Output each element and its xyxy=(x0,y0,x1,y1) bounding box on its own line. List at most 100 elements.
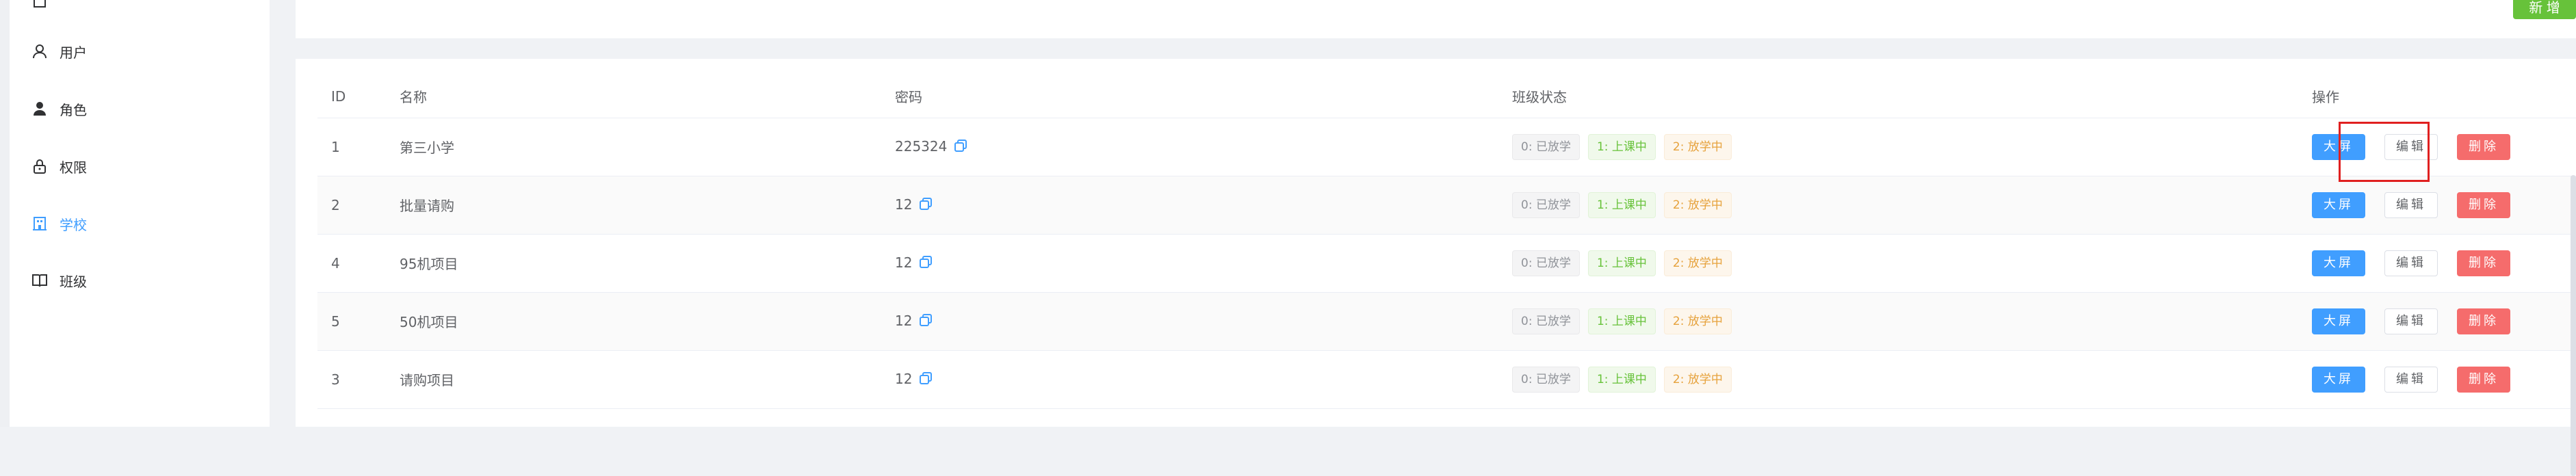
status-tag-0[interactable]: 0: 已放学 xyxy=(1512,191,1580,218)
password-value: 12 xyxy=(895,196,913,213)
table-row: 4 95机项目 12 0: 已放学 1: 上课中 2: 放学中 大屏 编辑 删除 xyxy=(317,234,2576,292)
sidebar-item-label: 用户 xyxy=(60,44,87,61)
screen-button[interactable]: 大屏 xyxy=(2312,366,2365,393)
edit-button[interactable]: 编辑 xyxy=(2384,366,2438,393)
cell-status: 0: 已放学 1: 上课中 2: 放学中 xyxy=(1512,350,2312,408)
sidebar-edge xyxy=(0,0,10,427)
copy-icon[interactable] xyxy=(954,139,967,156)
status-tag-0[interactable]: 0: 已放学 xyxy=(1512,308,1580,334)
sidebar-item-partial[interactable] xyxy=(31,0,60,15)
status-tag-2[interactable]: 2: 放学中 xyxy=(1663,366,1732,393)
status-tag-1[interactable]: 1: 上课中 xyxy=(1587,250,1656,276)
table-row: 5 50机项目 12 0: 已放学 1: 上课中 2: 放学中 大屏 编辑 删除 xyxy=(317,292,2576,350)
school-icon xyxy=(31,215,49,233)
cell-id: 5 xyxy=(331,313,340,330)
cell-actions: 大屏 编辑 删除 xyxy=(2312,350,2576,408)
table-header-row: ID 名称 密码 班级状态 操作 xyxy=(317,75,2576,118)
cell-status: 0: 已放学 1: 上课中 2: 放学中 xyxy=(1512,292,2312,350)
cell-status: 0: 已放学 1: 上课中 2: 放学中 xyxy=(1512,234,2312,292)
cell-id: 2 xyxy=(331,196,340,213)
edit-button[interactable]: 编辑 xyxy=(2384,250,2438,276)
table-row: 1 第三小学 225324 0: 已放学 1: 上课中 2: 放学中 大屏 编辑 删除 xyxy=(317,118,2576,176)
status-tag-2[interactable]: 2: 放学中 xyxy=(1663,191,1732,218)
screen-button[interactable]: 大屏 xyxy=(2312,250,2365,276)
lock-icon xyxy=(31,157,49,175)
sidebar-item-schools[interactable]: 学校 xyxy=(31,210,87,237)
screen-button[interactable]: 大屏 xyxy=(2312,308,2365,334)
cell-name: 50机项目 xyxy=(400,314,458,330)
cell-id: 4 xyxy=(331,254,340,272)
status-tag-0[interactable]: 0: 已放学 xyxy=(1512,133,1580,160)
delete-button[interactable]: 删除 xyxy=(2457,366,2510,393)
sidebar-item-label: 角色 xyxy=(60,101,87,118)
sidebar: 用户 角色 权限 学校 班级 xyxy=(0,0,270,427)
cell-name: 批量请购 xyxy=(400,198,454,214)
sidebar-item-roles[interactable]: 角色 xyxy=(31,95,87,122)
copy-icon[interactable] xyxy=(919,197,933,214)
password-value: 12 xyxy=(895,312,913,329)
cell-password: 12 xyxy=(895,176,1512,234)
copy-icon[interactable] xyxy=(919,371,933,388)
status-tag-1[interactable]: 1: 上课中 xyxy=(1587,191,1656,218)
screen-button[interactable]: 大屏 xyxy=(2312,133,2365,160)
book-icon xyxy=(31,272,49,289)
status-tag-1[interactable]: 1: 上课中 xyxy=(1587,366,1656,393)
table-card: ID 名称 密码 班级状态 操作 1 第三小学 225324 0: 已放学 1: … xyxy=(296,59,2576,476)
cell-name: 95机项目 xyxy=(400,256,458,272)
header-actions: 操作 xyxy=(2312,75,2576,118)
cell-status: 0: 已放学 1: 上课中 2: 放学中 xyxy=(1512,118,2312,176)
copy-icon[interactable] xyxy=(919,255,933,272)
status-tag-2[interactable]: 2: 放学中 xyxy=(1663,250,1732,276)
status-tag-0[interactable]: 0: 已放学 xyxy=(1512,366,1580,393)
cell-id: 1 xyxy=(331,138,340,155)
add-button[interactable]: 新 增 xyxy=(2513,0,2576,19)
sidebar-item-label: 学校 xyxy=(60,216,87,233)
role-icon xyxy=(31,100,49,118)
toolbar-card: 新 增 xyxy=(296,0,2576,38)
cell-password: 12 xyxy=(895,292,1512,350)
header-password: 密码 xyxy=(895,75,1512,118)
cell-password: 12 xyxy=(895,350,1512,408)
delete-button[interactable]: 删除 xyxy=(2457,250,2510,276)
vertical-scrollbar[interactable] xyxy=(2571,175,2576,476)
screen-button[interactable]: 大屏 xyxy=(2312,191,2365,218)
edit-button[interactable]: 编辑 xyxy=(2384,191,2438,218)
cell-name: 第三小学 xyxy=(400,140,454,156)
cell-actions: 大屏 编辑 删除 xyxy=(2312,292,2576,350)
schools-table: ID 名称 密码 班级状态 操作 1 第三小学 225324 0: 已放学 1: … xyxy=(317,75,2576,409)
delete-button[interactable]: 删除 xyxy=(2457,133,2510,160)
table-row: 3 请购项目 12 0: 已放学 1: 上课中 2: 放学中 大屏 编辑 删除 xyxy=(317,350,2576,408)
cell-password: 225324 xyxy=(895,118,1512,176)
password-value: 12 xyxy=(895,370,913,387)
cell-name: 请购项目 xyxy=(400,372,454,388)
menu-icon xyxy=(31,0,49,10)
edit-button[interactable]: 编辑 xyxy=(2384,308,2438,334)
cell-actions: 大屏 编辑 删除 xyxy=(2312,176,2576,234)
delete-button[interactable]: 删除 xyxy=(2457,308,2510,334)
delete-button[interactable]: 删除 xyxy=(2457,191,2510,218)
password-value: 225324 xyxy=(895,137,948,155)
cell-actions: 大屏 编辑 删除 xyxy=(2312,118,2576,176)
sidebar-item-permissions[interactable]: 权限 xyxy=(31,153,87,180)
cell-actions: 大屏 编辑 删除 xyxy=(2312,234,2576,292)
sidebar-item-users[interactable]: 用户 xyxy=(31,38,87,65)
cell-password: 12 xyxy=(895,234,1512,292)
status-tag-1[interactable]: 1: 上课中 xyxy=(1587,133,1656,160)
user-icon xyxy=(31,42,49,60)
status-tag-2[interactable]: 2: 放学中 xyxy=(1663,308,1732,334)
sidebar-item-classes[interactable]: 班级 xyxy=(31,267,87,294)
status-tag-2[interactable]: 2: 放学中 xyxy=(1663,133,1732,160)
status-tag-1[interactable]: 1: 上课中 xyxy=(1587,308,1656,334)
edit-button[interactable]: 编辑 xyxy=(2384,133,2438,160)
status-tag-0[interactable]: 0: 已放学 xyxy=(1512,250,1580,276)
header-id: ID xyxy=(317,75,400,118)
header-status: 班级状态 xyxy=(1512,75,2312,118)
cell-status: 0: 已放学 1: 上课中 2: 放学中 xyxy=(1512,176,2312,234)
sidebar-item-label: 权限 xyxy=(60,159,87,176)
table-row: 2 批量请购 12 0: 已放学 1: 上课中 2: 放学中 大屏 编辑 删除 xyxy=(317,176,2576,234)
sidebar-item-label: 班级 xyxy=(60,273,87,290)
cell-id: 3 xyxy=(331,371,340,388)
copy-icon[interactable] xyxy=(919,313,933,330)
header-name: 名称 xyxy=(400,75,895,118)
password-value: 12 xyxy=(895,254,913,271)
